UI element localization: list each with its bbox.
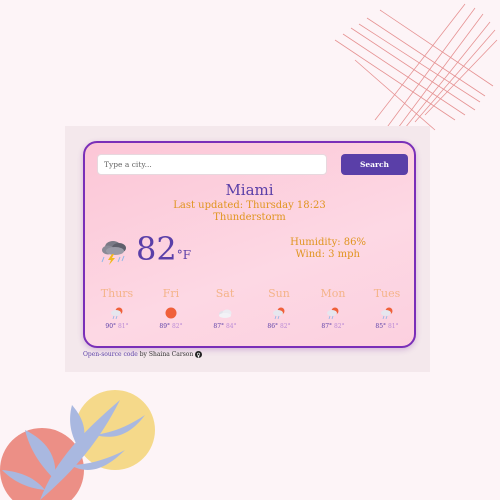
cloud-icon	[219, 309, 232, 318]
footer-credit: by Shaina Carson	[137, 351, 194, 358]
humidity: Humidity: 86%	[290, 237, 366, 248]
forecast-low: 81°	[117, 323, 129, 330]
forecast-day: Mon 87° 82°	[306, 287, 360, 331]
rain-icon	[111, 307, 123, 320]
forecast-day-name: Sun	[268, 287, 290, 300]
forecast-day-name: Fri	[162, 287, 180, 300]
search-button[interactable]: Search	[341, 154, 408, 175]
wind-speed: Wind: 3 mph	[295, 249, 360, 260]
forecast-high: 90°	[105, 323, 117, 330]
rain-icon	[327, 307, 339, 320]
forecast-high: 89°	[159, 323, 171, 330]
forecast-high: 87°	[213, 323, 225, 330]
forecast-row: Thurs 90° 81° Fri 89° 82° Sat 87° 84° Su…	[90, 288, 413, 338]
city-search-input[interactable]	[97, 154, 327, 175]
forecast-day: Tues 85° 81°	[360, 287, 414, 331]
forecast-day-name: Sat	[215, 287, 235, 300]
forecast-high: 87°	[321, 323, 333, 330]
rain-icon	[381, 307, 393, 320]
forecast-low: 82°	[279, 323, 291, 330]
forecast-day: Fri 89° 82°	[144, 287, 198, 331]
forecast-day: Thurs 90° 81°	[90, 287, 144, 331]
forecast-high: 86°	[267, 323, 279, 330]
temperature-value: 82	[136, 230, 177, 268]
thunderstorm-icon	[101, 241, 126, 265]
last-updated: Last updated: Thursday 18:23	[173, 200, 326, 211]
temperature-unit: °F	[176, 248, 192, 262]
forecast-high: 85°	[375, 323, 387, 330]
decorative-leaf	[0, 390, 155, 500]
weather-condition: Thunderstorm	[213, 212, 286, 223]
source-code-link[interactable]: Open-source code	[83, 351, 138, 358]
forecast-low: 81°	[387, 323, 399, 330]
forecast-low: 82°	[171, 323, 183, 330]
forecast-day-name: Thurs	[100, 287, 134, 300]
forecast-low: 82°	[333, 323, 345, 330]
rain-icon	[273, 307, 285, 320]
sun-icon	[165, 307, 177, 319]
forecast-day-name: Mon	[320, 287, 346, 300]
decorative-lines	[334, 3, 498, 133]
forecast-day: Sun 86° 82°	[252, 287, 306, 331]
github-icon[interactable]	[195, 351, 203, 358]
current-temperature: 82°F	[136, 229, 191, 269]
footer: Open-source code by Shaina Carson	[83, 351, 203, 358]
forecast-low: 84°	[225, 323, 237, 330]
city-name: Miami	[225, 181, 274, 199]
forecast-day-name: Tues	[373, 287, 401, 300]
forecast-day: Sat 87° 84°	[198, 287, 252, 331]
weather-card: Search Miami Last updated: Thursday 18:2…	[83, 141, 416, 348]
